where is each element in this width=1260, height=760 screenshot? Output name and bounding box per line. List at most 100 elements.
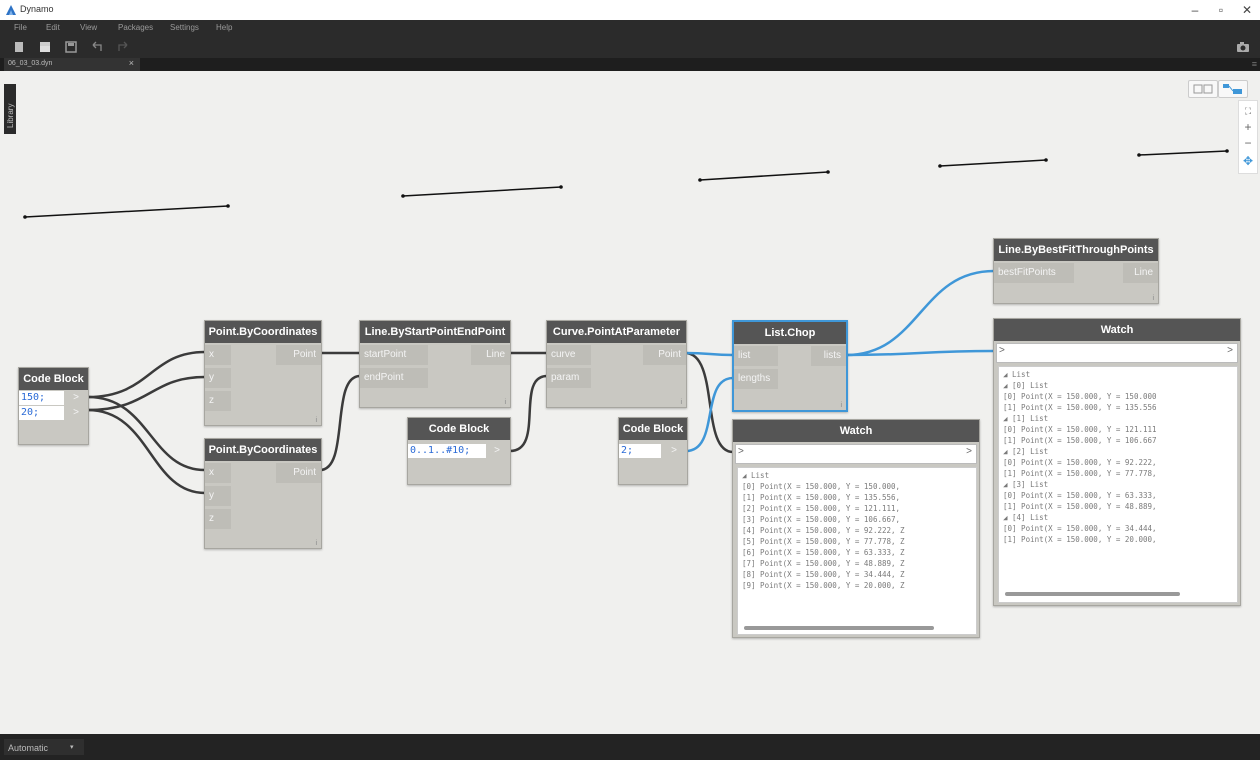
watch-output-panel[interactable]: ◢ List ◢ [0] List [0] Point(X = 150.000,… bbox=[998, 366, 1238, 603]
node-title: Line.ByStartPointEndPoint bbox=[360, 321, 510, 343]
preview-point bbox=[698, 178, 702, 182]
wire[interactable] bbox=[87, 375, 206, 412]
output-port-line[interactable]: Line bbox=[1123, 263, 1158, 283]
input-port-list[interactable]: list bbox=[734, 346, 778, 366]
wire[interactable] bbox=[87, 408, 206, 495]
preview-point bbox=[826, 170, 830, 174]
point-by-coordinates-node[interactable]: Point.ByCoordinates x Point y z i bbox=[204, 438, 322, 549]
output-port-point[interactable]: Point bbox=[276, 345, 321, 365]
watch-output-panel[interactable]: ◢ List [0] Point(X = 150.000, Y = 150.00… bbox=[737, 467, 977, 635]
watch-ports-row: > > bbox=[735, 444, 977, 464]
code-block-node[interactable]: Code Block 0..1..#10; > bbox=[407, 417, 511, 485]
code-line[interactable]: 20; bbox=[19, 406, 64, 420]
output-port[interactable]: > bbox=[67, 391, 85, 405]
background-geometry bbox=[23, 149, 1229, 219]
watch-line: [0] Point(X = 150.000, Y = 63.333, bbox=[1003, 491, 1157, 500]
node-title: Watch bbox=[994, 319, 1240, 341]
watch-line: [5] Point(X = 150.000, Y = 77.778, Z bbox=[742, 537, 905, 546]
watch-line[interactable]: ◢ [4] List bbox=[1003, 512, 1233, 523]
preview-line bbox=[1138, 150, 1228, 156]
input-port-y[interactable]: y bbox=[205, 368, 231, 388]
code-line[interactable]: 0..1..#10; bbox=[408, 444, 486, 458]
input-port-lengths[interactable]: lengths bbox=[734, 369, 778, 389]
node-title: Line.ByBestFitThroughPoints bbox=[994, 239, 1158, 261]
node-info-icon: i bbox=[680, 399, 682, 406]
input-port-bestfitpoints[interactable]: bestFitPoints bbox=[994, 263, 1074, 283]
preview-line bbox=[699, 171, 829, 181]
input-port[interactable]: > bbox=[738, 446, 744, 457]
node-title: Curve.PointAtParameter bbox=[547, 321, 686, 343]
output-port[interactable]: > bbox=[966, 446, 972, 457]
input-port-x[interactable]: x bbox=[205, 345, 231, 365]
run-mode-label: Automatic bbox=[8, 743, 49, 753]
watch-line: [2] Point(X = 150.000, Y = 121.111, bbox=[742, 504, 901, 513]
watch-line[interactable]: ◢ List bbox=[742, 470, 972, 481]
wire[interactable] bbox=[509, 374, 548, 453]
input-port-startpoint[interactable]: startPoint bbox=[360, 345, 428, 365]
node-title: Code Block bbox=[619, 418, 687, 440]
input-port-y[interactable]: y bbox=[205, 486, 231, 506]
watch-line: [6] Point(X = 150.000, Y = 63.333, Z bbox=[742, 548, 905, 557]
watch-line: [7] Point(X = 150.000, Y = 48.889, Z bbox=[742, 559, 905, 568]
node-info-icon: i bbox=[315, 540, 317, 547]
node-title: Watch bbox=[733, 420, 979, 442]
watch-line: [1] Point(X = 150.000, Y = 20.000, bbox=[1003, 535, 1157, 544]
wire[interactable] bbox=[685, 376, 734, 453]
node-title: Code Block bbox=[19, 368, 88, 390]
code-block-node[interactable]: Code Block 150; > 20; > bbox=[18, 367, 89, 445]
watch-line[interactable]: ◢ [1] List bbox=[1003, 413, 1233, 424]
watch-line[interactable]: ◢ [2] List bbox=[1003, 446, 1233, 457]
curve-point-at-parameter-node[interactable]: Curve.PointAtParameter curve Point param… bbox=[546, 320, 687, 408]
watch-line[interactable]: ◢ List bbox=[1003, 369, 1233, 380]
watch-line: [0] Point(X = 150.000, Y = 121.111 bbox=[1003, 425, 1157, 434]
watch-line: [1] Point(X = 150.000, Y = 106.667 bbox=[1003, 436, 1157, 445]
output-port-line[interactable]: Line bbox=[471, 345, 510, 365]
output-port[interactable]: > bbox=[1227, 345, 1233, 356]
preview-point bbox=[1137, 153, 1141, 157]
point-by-coordinates-node[interactable]: Point.ByCoordinates x Point y z i bbox=[204, 320, 322, 426]
watch-line[interactable]: ◢ [3] List bbox=[1003, 479, 1233, 490]
watch-line: [0] Point(X = 150.000, Y = 34.444, bbox=[1003, 524, 1157, 533]
output-port[interactable]: > bbox=[665, 444, 683, 458]
watch-line: [1] Point(X = 150.000, Y = 135.556, bbox=[742, 493, 901, 502]
preview-line bbox=[24, 205, 229, 218]
code-line[interactable]: 2; bbox=[619, 444, 661, 458]
node-info-icon: i bbox=[840, 402, 842, 409]
watch-line: [0] Point(X = 150.000, Y = 150.000, bbox=[742, 482, 901, 491]
horizontal-scrollbar[interactable] bbox=[1005, 592, 1180, 596]
wire[interactable] bbox=[684, 351, 734, 454]
output-port[interactable]: > bbox=[67, 406, 85, 420]
horizontal-scrollbar[interactable] bbox=[744, 626, 934, 630]
node-info-icon: i bbox=[1152, 295, 1154, 302]
line-by-start-end-point-node[interactable]: Line.ByStartPointEndPoint startPoint Lin… bbox=[359, 320, 511, 408]
preview-point bbox=[23, 215, 27, 219]
input-port-x[interactable]: x bbox=[205, 463, 231, 483]
watch-line: [0] Point(X = 150.000, Y = 150.000 bbox=[1003, 392, 1157, 401]
wire[interactable] bbox=[87, 350, 206, 399]
watch-node[interactable]: Watch > > ◢ List [0] Point(X = 150.000, … bbox=[732, 419, 980, 638]
code-line[interactable]: 150; bbox=[19, 391, 64, 405]
chevron-down-icon: ▾ bbox=[70, 744, 74, 751]
input-port[interactable]: > bbox=[999, 345, 1005, 356]
input-port-endpoint[interactable]: endPoint bbox=[360, 368, 428, 388]
watch-tree: ◢ List [0] Point(X = 150.000, Y = 150.00… bbox=[738, 468, 976, 593]
watch-line[interactable]: ◢ [0] List bbox=[1003, 380, 1233, 391]
watch-line: [3] Point(X = 150.000, Y = 106.667, bbox=[742, 515, 901, 524]
code-block-node[interactable]: Code Block 2; > bbox=[618, 417, 688, 485]
watch-line: [9] Point(X = 150.000, Y = 20.000, Z bbox=[742, 581, 905, 590]
input-port-z[interactable]: z bbox=[205, 509, 231, 529]
input-port-curve[interactable]: curve bbox=[547, 345, 591, 365]
wire[interactable] bbox=[845, 269, 995, 357]
input-port-z[interactable]: z bbox=[205, 391, 231, 411]
output-port-point[interactable]: Point bbox=[276, 463, 321, 483]
preview-point bbox=[401, 194, 405, 198]
output-port[interactable]: > bbox=[488, 444, 506, 458]
watch-node[interactable]: Watch > > ◢ List ◢ [0] List [0] Point(X … bbox=[993, 318, 1241, 606]
output-port-lists[interactable]: lists bbox=[811, 346, 846, 366]
line-by-best-fit-node[interactable]: Line.ByBestFitThroughPoints bestFitPoint… bbox=[993, 238, 1159, 304]
output-port-point[interactable]: Point bbox=[643, 345, 686, 365]
node-info-icon: i bbox=[315, 417, 317, 424]
wire[interactable] bbox=[319, 374, 361, 472]
list-chop-node[interactable]: List.Chop list lists lengths i bbox=[732, 320, 848, 412]
input-port-param[interactable]: param bbox=[547, 368, 591, 388]
